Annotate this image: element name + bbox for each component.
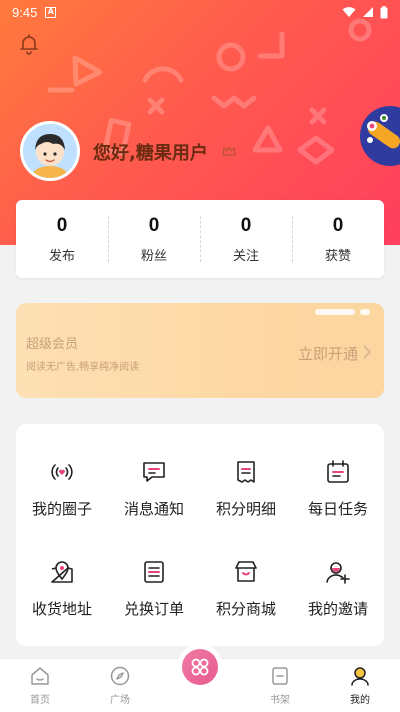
menu-item-address[interactable]: 收货地址 [16,538,108,638]
home-icon [31,667,49,685]
user-greeting[interactable]: 您好,糖果用户 [93,139,208,165]
menu-item-label: 收货地址 [31,599,92,618]
tab-label: 我的 [350,695,370,706]
menu-item-label: 积分商城 [215,599,276,618]
tab-mine[interactable]: 我的 [320,659,400,712]
bookshelf-icon [272,667,288,685]
status-time: 9:45 [12,4,38,20]
center-action-inner [182,649,218,685]
stat-value: 0 [240,214,252,236]
stat-value: 0 [56,214,68,236]
stats-card: 0 发布 0 粉丝 0 关注 0 获赞 [16,200,384,278]
menu-item-label: 消息通知 [123,499,184,518]
chevron-right-icon [363,345,372,359]
stat-label: 发布 [48,248,75,264]
wifi-icon [342,7,356,17]
map-pin-icon [51,560,73,583]
menu-item-daily-task[interactable]: 每日任务 [292,438,384,538]
vip-subtitle: 阅读无广告,畅享纯净阅读 [26,362,140,373]
compass-icon [110,666,130,686]
battery-icon [380,5,388,18]
stat-value: 0 [332,214,344,236]
add-user-icon [326,561,350,584]
avatar[interactable] [20,121,80,181]
banner-decoration [315,309,370,315]
center-action-button[interactable] [177,644,223,690]
vip-open-button[interactable]: 立即开通 [298,343,358,364]
status-bar: 9:45 A [0,0,400,24]
stat-likes[interactable]: 0 获赞 [292,200,384,278]
stat-label: 关注 [232,248,259,264]
tab-label: 书架 [270,695,290,706]
menu-item-my-invites[interactable]: 我的邀请 [292,538,384,638]
menu-item-my-circle[interactable]: 我的圈子 [16,438,108,538]
vip-title: 超级会员 [26,337,79,352]
menu-item-label: 每日任务 [307,499,368,518]
menu-item-points-detail[interactable]: 积分明细 [200,438,292,538]
status-icons [342,5,388,19]
store-icon [235,560,257,582]
menu-item-label: 我的圈子 [31,499,92,518]
tab-bookshelf[interactable]: 书架 [240,659,320,712]
avatar-cartoon-icon [23,124,77,178]
calendar-icon [327,459,349,483]
menu-item-label: 兑换订单 [123,599,184,618]
stat-label: 获赞 [324,248,351,264]
stat-following[interactable]: 0 关注 [200,200,292,278]
menu-item-label: 我的邀请 [307,599,368,618]
stat-value: 0 [148,214,160,236]
user-icon [351,667,369,686]
crown-icon [222,146,236,156]
signal-icon [363,7,373,17]
mascot-float-icon[interactable] [358,104,400,168]
menu-item-points-mall[interactable]: 积分商城 [200,538,292,638]
tab-home[interactable]: 首页 [0,659,80,712]
receipt-icon [237,460,255,483]
tab-label: 广场 [110,695,130,706]
stat-fans[interactable]: 0 粉丝 [108,200,200,278]
vip-banner[interactable]: 超级会员 阅读无广告,畅享纯净阅读 立即开通 [16,303,384,398]
bell-icon[interactable] [17,32,41,56]
message-icon [143,461,165,482]
order-list-icon [144,560,164,583]
tab-label: 首页 [30,695,50,706]
center-grid-icon [191,658,209,676]
notification-a-icon: A [45,6,57,18]
menu-item-label: 积分明细 [215,499,276,518]
circle-broadcast-icon [51,463,73,480]
menu-item-messages[interactable]: 消息通知 [108,438,200,538]
tab-square[interactable]: 广场 [80,659,160,712]
stat-posts[interactable]: 0 发布 [16,200,108,278]
stat-label: 粉丝 [140,248,167,264]
feature-menu: 我的圈子 消息通知 积分明细 每日任务 收货地址 兑换订单 积分商城 我的邀请 [16,424,384,646]
menu-item-exchange-orders[interactable]: 兑换订单 [108,538,200,638]
